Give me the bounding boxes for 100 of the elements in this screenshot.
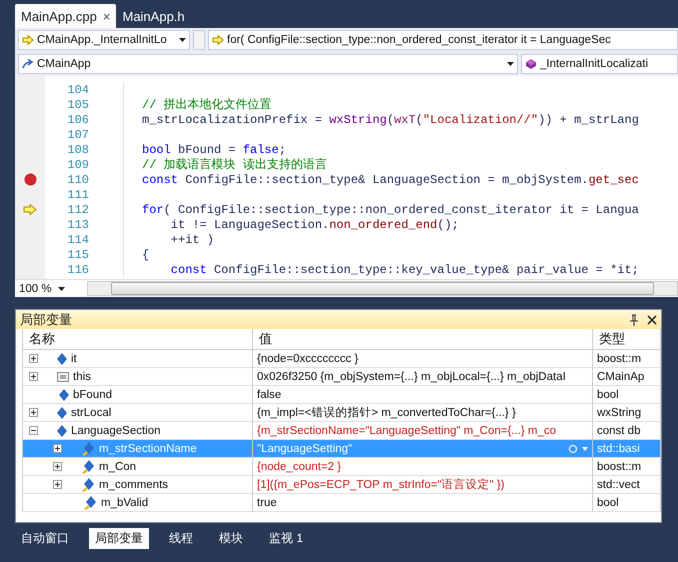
name-cell[interactable]: LanguageSection (23, 422, 253, 440)
line-number: 104 (66, 82, 89, 96)
value-cell: "LanguageSetting" (253, 440, 593, 458)
class-dropdown[interactable]: CMainApp (18, 54, 518, 74)
panel-tab[interactable]: 局部变量 (89, 528, 149, 548)
line-number: 113 (66, 218, 89, 232)
diamond-pencil-icon (83, 496, 97, 510)
collapse-icon[interactable] (29, 426, 38, 435)
code-line: const ConfigFile::section_type& LanguageSection = m_objSystem.get_sec (142, 172, 639, 186)
variable-name: LanguageSection (71, 424, 161, 436)
line-number: 108 (66, 142, 89, 156)
variable-name: m_bValid (101, 496, 148, 508)
line-number: 116 (66, 262, 89, 276)
expand-icon[interactable] (29, 408, 38, 417)
arrow-icon (23, 204, 37, 215)
scope-dropdown[interactable]: CMainApp._InternalInitLo (18, 30, 190, 50)
code-line: // 拼出本地化文件位置 (142, 97, 272, 113)
caret-icon (179, 38, 186, 42)
expand-icon[interactable] (53, 462, 62, 471)
type-cell: std::basi (593, 440, 661, 458)
name-cell[interactable]: m_Con (23, 458, 253, 476)
object-icon (57, 372, 69, 382)
magnifier-icon[interactable] (568, 444, 588, 454)
expand-icon[interactable] (53, 444, 62, 453)
type-cell: boost::m (593, 458, 661, 476)
code-line: ++it ) (170, 232, 214, 246)
scrollbar-thumb[interactable] (110, 282, 654, 295)
panel-title: 局部变量 (20, 310, 73, 328)
diamond-pencil-icon (81, 460, 95, 474)
expand-icon[interactable] (29, 354, 38, 363)
line-number: 110 (66, 172, 89, 186)
class-text: CMainApp (37, 58, 92, 70)
diamond-icon (57, 406, 67, 418)
type-cell: const db (593, 422, 661, 440)
diamond-icon (59, 388, 69, 400)
variable-name: bFound (73, 388, 112, 400)
name-cell[interactable]: strLocal (23, 404, 253, 422)
diamond-icon (57, 352, 67, 364)
value-cell: [1]({m_ePos=ECP_TOP m_strInfo="语言设定" }) (253, 476, 593, 494)
variable-name: strLocal (71, 406, 112, 418)
code-line: const ConfigFile::section_type::key_value_type& pair_value = *it; (170, 262, 639, 276)
variable-name: m_strSectionName (99, 442, 197, 454)
value-cell: false (253, 386, 593, 404)
line-number: 111 (66, 188, 89, 202)
name-cell[interactable]: this (23, 368, 253, 386)
member-dropdown[interactable]: _InternalInitLocalizati (521, 54, 678, 74)
line-number: 107 (66, 128, 89, 142)
value-cell: {node_count=2 } (253, 458, 593, 476)
type-cell: wxString (593, 404, 661, 422)
file-tab[interactable]: MainApp.h (116, 4, 191, 28)
value-cell: {node=0xcccccccc } (253, 350, 593, 368)
variable-name: m_Con (99, 460, 136, 472)
member-text: _InternalInitLocalizati (540, 58, 648, 70)
breakpoint-icon (24, 173, 36, 186)
panel-tab[interactable]: 监视 1 (263, 528, 310, 548)
expand-icon[interactable] (29, 372, 38, 381)
diamond-icon (57, 424, 67, 436)
type-cell: bool (593, 386, 661, 404)
scope-text: CMainApp._InternalInitLo (37, 34, 168, 46)
name-cell[interactable]: bFound (23, 386, 253, 404)
diamond-pencil-icon (81, 478, 95, 492)
zoom-dropdown[interactable]: 100 % (15, 282, 79, 294)
panel-tab[interactable]: 自动窗口 (15, 528, 75, 548)
file-tab[interactable]: MainApp.cpp × (15, 4, 116, 28)
type-cell: boost::m (593, 350, 661, 368)
variable-name: this (73, 370, 91, 382)
arrow-icon (22, 59, 34, 69)
code-line: bool bFound = false; (142, 142, 286, 156)
column-header[interactable]: 值 (253, 329, 593, 350)
type-cell: std::vect (593, 476, 661, 494)
name-cell[interactable]: m_bValid (23, 494, 253, 512)
variable-name: it (71, 352, 77, 364)
caret-icon (507, 62, 514, 66)
close-icon[interactable] (647, 314, 657, 324)
pin-icon[interactable] (629, 314, 639, 326)
arrow-icon (212, 35, 224, 45)
line-number: 109 (66, 158, 89, 172)
value-cell: {m_impl=<错误的指针> m_convertedToChar={...} } (253, 404, 593, 422)
code-line: // 加载语言模块 读出支持的语言 (142, 157, 327, 173)
column-header[interactable]: 类型 (593, 329, 661, 350)
line-number: 112 (66, 202, 89, 216)
arrow-icon (22, 35, 34, 45)
diamond-pencil-icon (81, 442, 95, 456)
column-header[interactable]: 名称 (23, 329, 253, 350)
caret-icon (58, 286, 65, 290)
type-cell: bool (593, 494, 661, 512)
line-number: 115 (66, 248, 89, 262)
line-number: 114 (66, 232, 89, 246)
statement-dropdown[interactable]: for( ConfigFile::section_type::non_ordered_const_iterator it = LanguageSec (208, 30, 678, 50)
line-number: 105 (66, 98, 89, 112)
panel-tab[interactable]: 线程 (163, 528, 199, 548)
code-line: it != LanguageSection.non_ordered_end(); (170, 218, 459, 232)
close-icon[interactable]: × (102, 8, 110, 24)
expand-icon[interactable] (53, 480, 62, 489)
panel-tab[interactable]: 模块 (213, 528, 249, 548)
line-number: 106 (66, 112, 89, 126)
code-line: for( ConfigFile::section_type::non_ordered_const_iterator it = Langua (142, 202, 639, 216)
horizontal-scrollbar[interactable] (87, 281, 678, 296)
name-cell[interactable]: m_comments (23, 476, 253, 494)
name-cell[interactable]: it (23, 350, 253, 368)
